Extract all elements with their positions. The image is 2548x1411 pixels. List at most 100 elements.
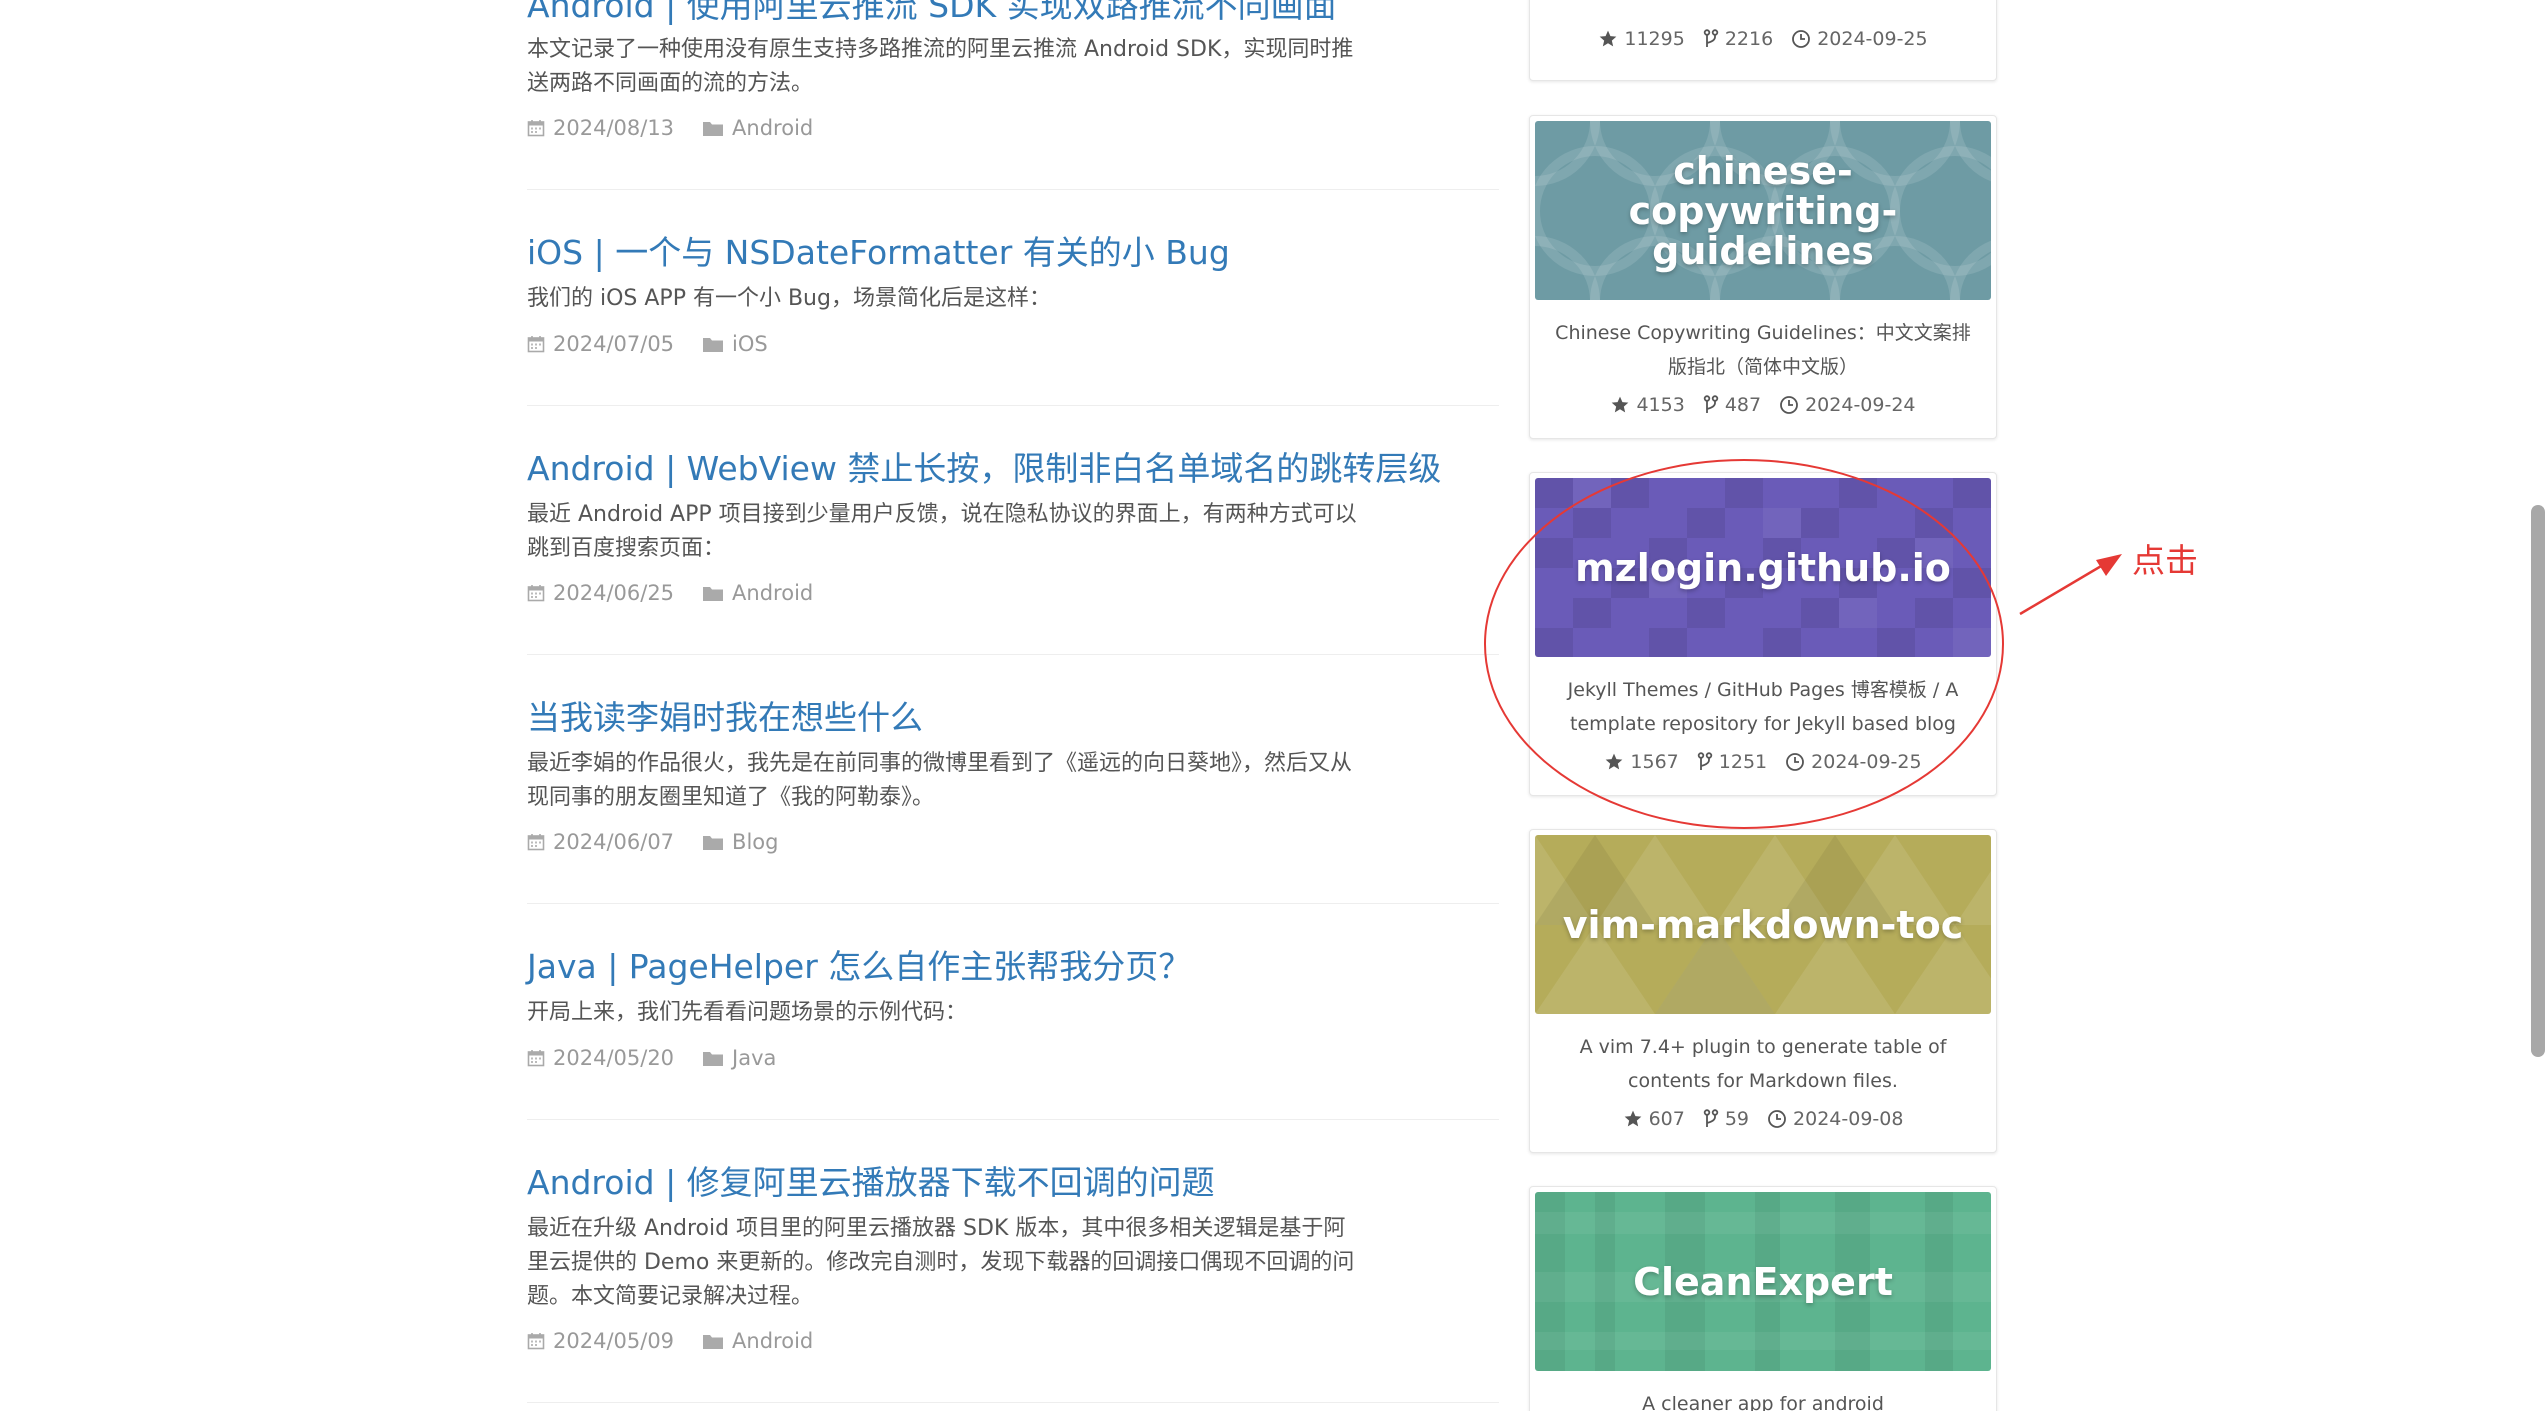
repo-stats: 1567 1251 2024-09-25 bbox=[1530, 751, 1996, 773]
repo-description: A cleaner app for android bbox=[1642, 1393, 1884, 1411]
post-category-link[interactable]: Java bbox=[732, 1043, 776, 1073]
post-date: 2024/08/13 bbox=[527, 113, 674, 143]
repo-forks: 1251 bbox=[1697, 751, 1767, 773]
fork-icon bbox=[1697, 752, 1712, 770]
repo-description: Jekyll Themes / GitHub Pages 博客模板 / A te… bbox=[1567, 679, 1959, 735]
divider bbox=[527, 654, 1499, 655]
post-title-link[interactable]: iOS | 一个与 NSDateFormatter 有关的小 Bug bbox=[527, 232, 1230, 274]
post-excerpt: 本文记录了一种使用没有原生支持多路推流的阿里云推流 Android SDK，实现… bbox=[527, 37, 1354, 96]
divider bbox=[527, 1402, 1499, 1403]
post-title-link[interactable]: 当我读李娟时我在想些什么 bbox=[527, 697, 923, 739]
calendar-icon bbox=[527, 1050, 545, 1067]
repo-stats: 11295 2216 2024-09-25 bbox=[1530, 28, 1996, 50]
post-category: Blog bbox=[702, 827, 778, 857]
post-excerpt: 最近在升级 Android 项目里的阿里云播放器 SDK 版本，其中很多相关逻辑… bbox=[527, 1216, 1355, 1309]
post-date: 2024/05/09 bbox=[527, 1326, 674, 1356]
post-title-link[interactable]: Android | WebView 禁止长按，限制非白名单域名的跳转层级 bbox=[527, 448, 1441, 490]
post-date-text: 2024/06/25 bbox=[553, 581, 675, 605]
calendar-icon bbox=[527, 336, 545, 353]
repo-forks: 487 bbox=[1703, 394, 1761, 416]
post-excerpt: 最近李娟的作品很火，我先是在前同事的微博里看到了《遥远的向日葵地》，然后又从现同… bbox=[527, 751, 1353, 810]
repo-card[interactable]: mzlogin.github.io Jekyll Themes / GitHub… bbox=[1529, 472, 1997, 796]
repo-name: CleanExpert bbox=[1633, 1259, 1893, 1304]
scrollbar-thumb[interactable] bbox=[2531, 505, 2545, 1057]
calendar-icon bbox=[527, 1333, 545, 1350]
post-category: Android bbox=[702, 113, 813, 143]
repo-stars: 607 bbox=[1623, 1108, 1685, 1130]
post-category-link[interactable]: Android bbox=[732, 113, 813, 143]
calendar-icon bbox=[527, 834, 545, 851]
fork-icon bbox=[1703, 1109, 1719, 1127]
blog-page: Android | 使用阿里云推流 SDK 实现双路推流不同画面 本文记录了一种… bbox=[0, 0, 2548, 1411]
clock-icon bbox=[1786, 753, 1805, 771]
post-date: 2024/06/07 bbox=[527, 827, 674, 857]
repo-card[interactable]: chinese-copywriting-guidelines Chinese C… bbox=[1529, 115, 1997, 439]
clock-icon bbox=[1768, 1110, 1786, 1128]
repo-name: vim-markdown-toc bbox=[1562, 902, 1964, 947]
post-category-link[interactable]: Android bbox=[732, 578, 813, 608]
repo-stars: 11295 bbox=[1598, 28, 1685, 50]
repo-name: mzlogin.github.io bbox=[1575, 545, 1951, 590]
folder-icon bbox=[703, 122, 724, 136]
repo-updated: 2024-09-08 bbox=[1767, 1108, 1903, 1130]
divider bbox=[527, 903, 1499, 904]
post-category-link[interactable]: iOS bbox=[732, 329, 768, 359]
repo-stats: 4153 487 2024-09-24 bbox=[1530, 394, 1996, 416]
repo-forks: 2216 bbox=[1703, 28, 1773, 50]
post-category: Java bbox=[702, 1043, 776, 1073]
repo-stats: 607 59 2024-09-08 bbox=[1530, 1108, 1996, 1130]
post-title-link[interactable]: Android | 修复阿里云播放器下载不回调的问题 bbox=[527, 1162, 1215, 1204]
post-meta: 2024/07/05 iOS bbox=[527, 329, 796, 359]
post-date-text: 2024/05/20 bbox=[553, 1046, 675, 1070]
post-date-text: 2024/07/05 bbox=[553, 332, 675, 356]
clock-icon bbox=[1780, 396, 1798, 414]
repo-card[interactable]: vim-markdown-toc A vim 7.4+ plugin to ge… bbox=[1529, 829, 1997, 1153]
repo-cover: mzlogin.github.io bbox=[1535, 478, 1991, 657]
post-date: 2024/06/25 bbox=[527, 578, 674, 608]
annotation-label: 点击 bbox=[2132, 541, 2198, 580]
repo-card[interactable]: CleanExpert A cleaner app for android bbox=[1529, 1186, 1997, 1411]
post-category-link[interactable]: Android bbox=[732, 1326, 813, 1356]
repo-list: 11295 2216 2024-09-25 chinese-copywritin… bbox=[1529, 0, 1997, 1411]
post-meta: 2024/05/20 Java bbox=[527, 1043, 804, 1073]
calendar-icon bbox=[527, 585, 545, 602]
folder-icon bbox=[703, 1335, 724, 1349]
folder-icon bbox=[703, 338, 724, 352]
calendar-icon bbox=[527, 120, 545, 137]
repo-updated: 2024-09-25 bbox=[1791, 28, 1928, 50]
repo-description: A vim 7.4+ plugin to generate table of c… bbox=[1579, 1036, 1947, 1092]
post-meta: 2024/06/07 Blog bbox=[527, 827, 806, 857]
post-category: iOS bbox=[702, 329, 768, 359]
folder-icon bbox=[703, 587, 724, 601]
post-excerpt: 最近 Android APP 项目接到少量用户反馈，说在隐私协议的界面上，有两种… bbox=[527, 502, 1357, 561]
post-date: 2024/07/05 bbox=[527, 329, 674, 359]
divider bbox=[527, 189, 1499, 190]
post-title-link[interactable]: Java | PageHelper 怎么自作主张帮我分页？ bbox=[527, 946, 1191, 988]
post-title-link[interactable]: Android | 使用阿里云推流 SDK 实现双路推流不同画面 bbox=[527, 0, 1337, 27]
post-category: Android bbox=[702, 1326, 813, 1356]
post-excerpt: 我们的 iOS APP 有一个小 Bug，场景简化后是这样： bbox=[527, 286, 1051, 311]
repo-description: Chinese Copywriting Guidelines：中文文案排版指北（… bbox=[1555, 322, 1971, 378]
post-category: Android bbox=[702, 578, 813, 608]
post-meta: 2024/06/25 Android bbox=[527, 578, 841, 608]
repo-card[interactable]: 11295 2216 2024-09-25 bbox=[1529, 0, 1997, 81]
repo-cover: chinese-copywriting-guidelines bbox=[1535, 121, 1991, 300]
star-icon bbox=[1600, 30, 1617, 47]
repo-forks: 59 bbox=[1703, 1108, 1749, 1130]
star-icon bbox=[1624, 1110, 1641, 1127]
repo-updated: 2024-09-25 bbox=[1785, 751, 1922, 773]
post-date-text: 2024/06/07 bbox=[553, 830, 675, 854]
post-category-link[interactable]: Blog bbox=[732, 827, 778, 857]
repo-updated: 2024-09-24 bbox=[1779, 394, 1916, 416]
post-date-text: 2024/08/13 bbox=[553, 116, 675, 140]
fork-icon bbox=[1703, 29, 1719, 47]
post-meta: 2024/05/09 Android bbox=[527, 1326, 841, 1356]
post-date: 2024/05/20 bbox=[527, 1043, 674, 1073]
repo-cover: vim-markdown-toc bbox=[1535, 835, 1991, 1014]
repo-cover: CleanExpert bbox=[1535, 1192, 1991, 1371]
post-meta: 2024/08/13 Android bbox=[527, 113, 841, 143]
post-list: Android | 使用阿里云推流 SDK 实现双路推流不同画面 本文记录了一种… bbox=[527, 0, 1499, 1411]
star-icon bbox=[1606, 753, 1623, 770]
star-icon bbox=[1612, 396, 1629, 413]
post-excerpt: 开局上来，我们先看看问题场景的示例代码： bbox=[527, 1000, 968, 1025]
